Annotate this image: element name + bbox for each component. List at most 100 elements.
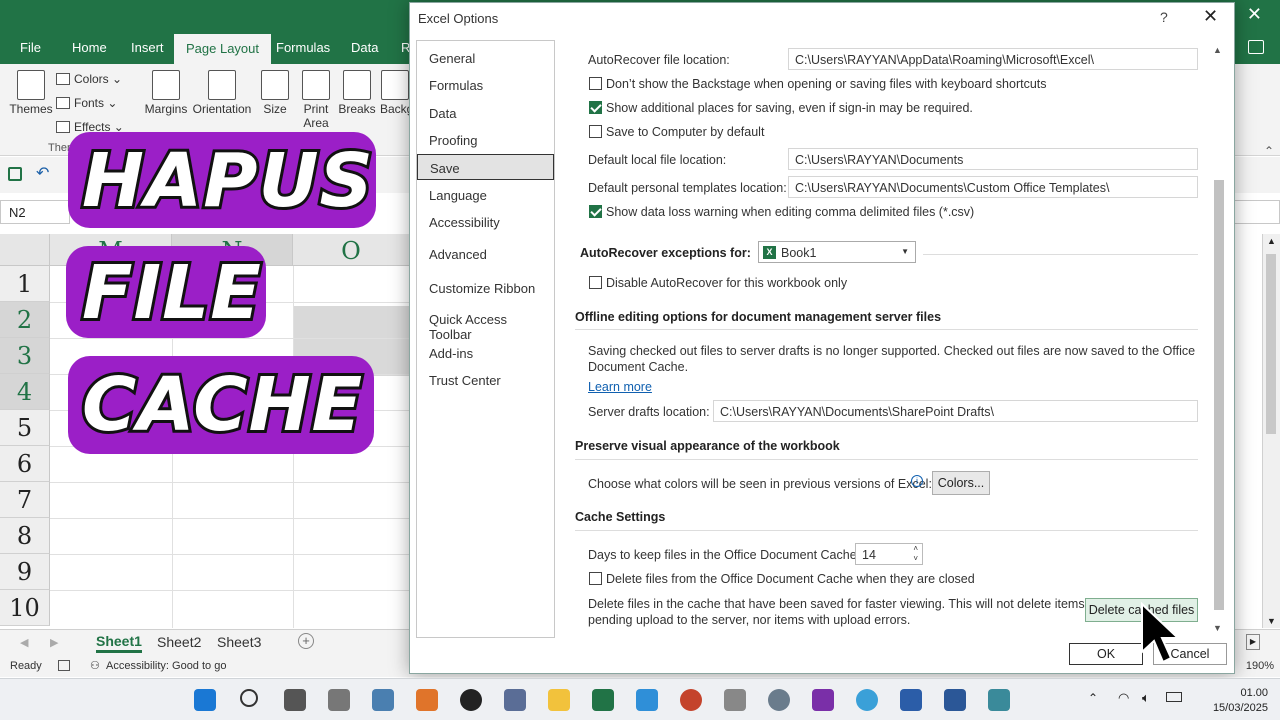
autorecover-location-field[interactable]: C:\Users\RAYYAN\AppData\Roaming\Microsof… bbox=[788, 48, 1198, 70]
scroll-up-icon[interactable]: ▲ bbox=[1213, 45, 1222, 55]
background-button[interactable]: Backg bbox=[380, 70, 410, 116]
macro-icon[interactable] bbox=[58, 660, 70, 671]
learn-more-link[interactable]: Learn more bbox=[588, 380, 652, 394]
app-icon[interactable] bbox=[504, 689, 526, 711]
save-computer-checkbox[interactable] bbox=[589, 125, 602, 138]
nav-item-save[interactable]: Save bbox=[417, 154, 554, 180]
save-icon[interactable] bbox=[8, 167, 22, 181]
data-loss-checkbox[interactable] bbox=[589, 205, 602, 218]
browser-icon[interactable] bbox=[856, 689, 878, 711]
print-area-button[interactable]: Print Area bbox=[298, 70, 334, 130]
formula-bar[interactable] bbox=[1234, 200, 1280, 224]
delete-closed-checkbox[interactable] bbox=[589, 572, 602, 585]
nav-item-language[interactable]: Language bbox=[417, 182, 554, 208]
hscroll-right-icon[interactable]: ▶ bbox=[1246, 634, 1260, 650]
additional-places-checkbox[interactable] bbox=[589, 101, 602, 114]
scroll-thumb[interactable] bbox=[1266, 254, 1276, 434]
stepper-arrows-icon[interactable]: ˄ ˅ bbox=[913, 544, 918, 564]
days-stepper[interactable]: 14 ˄ ˅ bbox=[855, 543, 923, 565]
row-header-8[interactable]: 8 bbox=[0, 518, 50, 554]
scroll-thumb[interactable] bbox=[1214, 180, 1224, 610]
default-local-field[interactable]: C:\Users\RAYYAN\Documents bbox=[788, 148, 1198, 170]
exceptions-dropdown[interactable]: X Book1 ▼ bbox=[758, 241, 916, 263]
column-header-o[interactable]: O bbox=[293, 234, 410, 266]
sheet-tab-3[interactable]: Sheet3 bbox=[217, 634, 261, 650]
collapse-ribbon-icon[interactable]: ⌃ bbox=[1264, 144, 1274, 158]
file-explorer-icon[interactable] bbox=[548, 689, 570, 711]
nav-item-customize-ribbon[interactable]: Customize Ribbon bbox=[417, 275, 554, 301]
scroll-down-icon[interactable]: ▼ bbox=[1267, 616, 1276, 626]
tab-data[interactable]: Data bbox=[351, 40, 378, 55]
scroll-down-icon[interactable]: ▼ bbox=[1213, 623, 1222, 633]
server-drafts-field[interactable]: C:\Users\RAYYAN\Documents\SharePoint Dra… bbox=[713, 400, 1198, 422]
nav-item-data[interactable]: Data bbox=[417, 100, 554, 126]
row-header-7[interactable]: 7 bbox=[0, 482, 50, 518]
colors-button[interactable]: Colors ⌄ bbox=[56, 72, 122, 86]
app-icon[interactable] bbox=[988, 689, 1010, 711]
row-header-10[interactable]: 10 bbox=[0, 590, 50, 626]
fonts-button[interactable]: Fonts ⌄ bbox=[56, 96, 117, 110]
row-header-5[interactable]: 5 bbox=[0, 410, 50, 446]
row-header-9[interactable]: 9 bbox=[0, 554, 50, 590]
powerpoint-icon[interactable] bbox=[680, 689, 702, 711]
margins-button[interactable]: Margins bbox=[144, 70, 188, 116]
windows-start-icon[interactable] bbox=[194, 689, 216, 711]
themes-button[interactable]: Themes bbox=[8, 70, 54, 116]
tab-file[interactable]: File bbox=[20, 40, 41, 55]
nav-item-quick-access-toolbar[interactable]: Quick Access Toolbar bbox=[417, 306, 554, 342]
search-icon[interactable] bbox=[240, 689, 258, 707]
scroll-up-icon[interactable]: ▲ bbox=[1267, 236, 1276, 246]
app-icon[interactable] bbox=[724, 689, 746, 711]
orientation-button[interactable]: Orientation bbox=[190, 70, 254, 116]
options-scrollbar[interactable]: ▲ ▼ bbox=[1212, 45, 1226, 637]
sheet-tab-1[interactable]: Sheet1 bbox=[96, 633, 142, 653]
status-accessibility[interactable]: Accessibility: Good to go bbox=[106, 660, 226, 672]
colors-button[interactable]: Colors... bbox=[932, 471, 990, 495]
row-header-1[interactable]: 1 bbox=[0, 266, 50, 302]
breaks-button[interactable]: Breaks bbox=[338, 70, 376, 116]
ok-button[interactable]: OK bbox=[1069, 643, 1143, 665]
wifi-icon[interactable]: ◠ bbox=[1118, 690, 1129, 706]
paint-icon[interactable] bbox=[636, 689, 658, 711]
undo-icon[interactable]: ↶ bbox=[36, 163, 49, 183]
backstage-checkbox[interactable] bbox=[589, 77, 602, 90]
word-icon[interactable] bbox=[944, 689, 966, 711]
nav-item-advanced[interactable]: Advanced bbox=[417, 241, 554, 267]
app-icon[interactable] bbox=[900, 689, 922, 711]
volume-icon[interactable]: 🔈︎ bbox=[1142, 690, 1150, 706]
nav-item-formulas[interactable]: Formulas bbox=[417, 72, 554, 98]
close-icon[interactable]: ✕ bbox=[1203, 6, 1218, 27]
settings-icon[interactable] bbox=[768, 689, 790, 711]
disable-autorecover-checkbox[interactable] bbox=[589, 276, 602, 289]
nav-item-general[interactable]: General bbox=[417, 45, 554, 71]
add-sheet-icon[interactable]: + bbox=[298, 633, 314, 649]
nav-item-trust-center[interactable]: Trust Center bbox=[417, 367, 554, 393]
row-header-6[interactable]: 6 bbox=[0, 446, 50, 482]
tab-page-layout[interactable]: Page Layout bbox=[174, 34, 272, 64]
tab-formulas[interactable]: Formulas bbox=[276, 40, 330, 55]
copilot-icon[interactable] bbox=[416, 689, 438, 711]
nav-item-add-ins[interactable]: Add-ins bbox=[417, 340, 554, 366]
zoom-level[interactable]: 190% bbox=[1246, 660, 1274, 672]
default-templates-field[interactable]: C:\Users\RAYYAN\Documents\Custom Office … bbox=[788, 176, 1198, 198]
clock[interactable]: 01.00 15/03/2025 bbox=[1213, 686, 1268, 716]
sheet-tab-2[interactable]: Sheet2 bbox=[157, 634, 201, 650]
app-icon[interactable] bbox=[328, 689, 350, 711]
select-all-corner[interactable] bbox=[0, 234, 50, 266]
row-header-3[interactable]: 3 bbox=[0, 338, 50, 374]
next-sheet-icon[interactable]: ▶ bbox=[50, 636, 58, 649]
chevron-up-icon[interactable]: ⌃ bbox=[1088, 691, 1098, 705]
onenote-icon[interactable] bbox=[812, 689, 834, 711]
obs-icon[interactable] bbox=[460, 689, 482, 711]
tab-home[interactable]: Home bbox=[72, 40, 107, 55]
name-box[interactable]: N2 bbox=[0, 200, 70, 224]
task-view-icon[interactable] bbox=[284, 689, 306, 711]
comment-icon[interactable] bbox=[1248, 40, 1264, 54]
row-header-2[interactable]: 2 bbox=[0, 302, 50, 338]
close-icon[interactable]: ✕ bbox=[1247, 4, 1262, 25]
prev-sheet-icon[interactable]: ◀ bbox=[20, 636, 28, 649]
photos-icon[interactable] bbox=[372, 689, 394, 711]
tab-insert[interactable]: Insert bbox=[131, 40, 164, 55]
size-button[interactable]: Size bbox=[260, 70, 290, 116]
worksheet-scrollbar[interactable]: ▲ ▼ bbox=[1262, 234, 1280, 628]
